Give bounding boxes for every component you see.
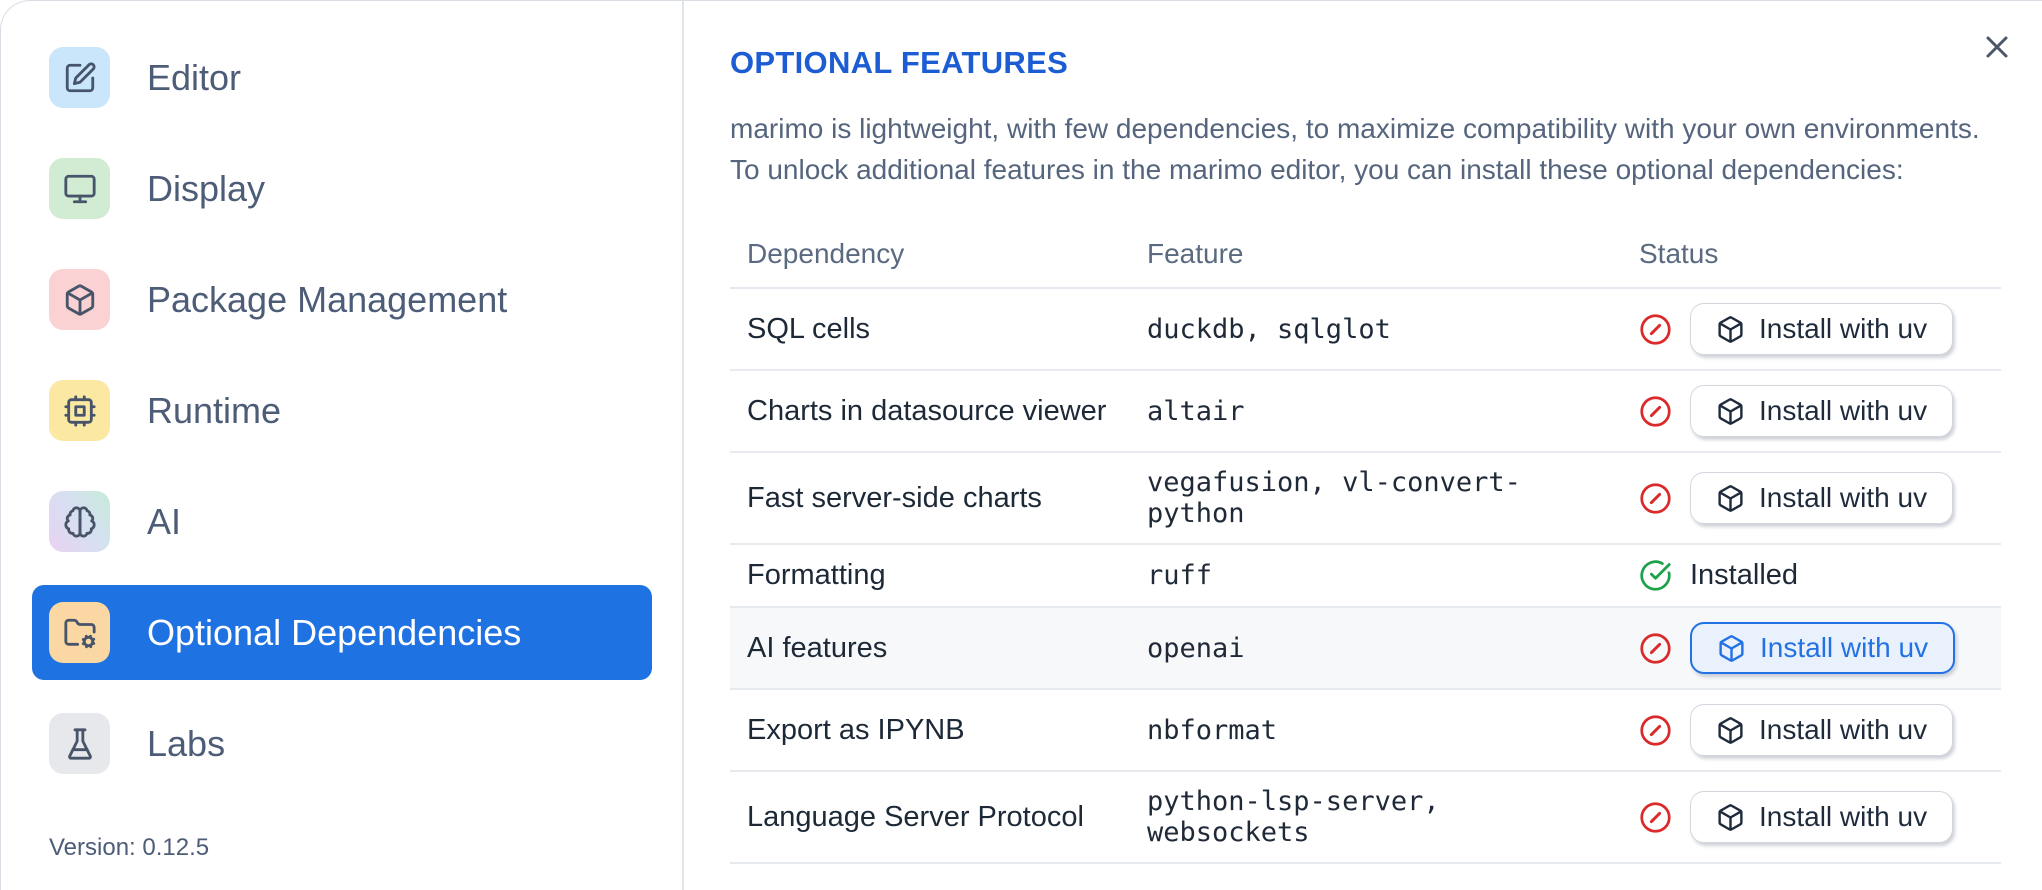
table-row-ai-features: AI features openai Install with uv [730, 607, 2001, 690]
x-icon [1986, 36, 2008, 58]
table-row-export-as-ipynb: Export as IPYNB nbformat Install with uv [730, 689, 2001, 772]
sidebar-item-label: Editor [147, 56, 242, 98]
column-header-dependency: Dependency [730, 216, 1130, 289]
settings-nav: Editor Display Package Management Runtim… [32, 30, 652, 807]
column-header-feature: Feature [1130, 216, 1622, 289]
feature-cell: nbformat [1130, 689, 1622, 772]
panel-description: marimo is lightweight, with few dependen… [730, 108, 2001, 190]
sidebar-item-labs[interactable]: Labs [32, 696, 652, 791]
package-icon [1718, 315, 1743, 343]
feature-cell: ruff [1130, 544, 1622, 608]
page-title: OPTIONAL FEATURES [730, 45, 1069, 80]
package-icon [1718, 716, 1743, 744]
installed-label: Installed [1690, 559, 1799, 591]
not-installed-icon [1639, 313, 1672, 346]
not-installed-icon [1639, 801, 1672, 834]
optional-features-panel: OPTIONAL FEATURES marimo is lightweight,… [684, 1, 2042, 890]
sidebar-item-label: Optional Dependencies [147, 611, 522, 653]
package-icon [1718, 397, 1743, 425]
description-line: To unlock additional features in the mar… [730, 154, 1904, 185]
table-header-row: Dependency Feature Status [730, 216, 2001, 289]
package-icon [49, 269, 110, 330]
not-installed-icon [1639, 395, 1672, 428]
install-button-label: Install with uv [1759, 714, 1928, 745]
install-button-label: Install with uv [1759, 801, 1928, 832]
table-row-charts-datasource-viewer: Charts in datasource viewer altair Insta… [730, 370, 2001, 453]
not-installed-icon [1639, 632, 1672, 665]
install-with-uv-button[interactable]: Install with uv [1690, 622, 1956, 674]
install-with-uv-button[interactable]: Install with uv [1690, 385, 1954, 437]
table-row-language-server-protocol: Language Server Protocol python-lsp-serv… [730, 771, 2001, 864]
feature-cell: openai [1130, 607, 1622, 690]
sidebar-item-label: Labs [147, 722, 226, 764]
sidebar-item-label: AI [147, 500, 182, 542]
sidebar-item-ai[interactable]: AI [32, 474, 652, 569]
sidebar-item-label: Runtime [147, 389, 282, 431]
close-button[interactable] [1975, 25, 2019, 69]
sidebar-item-editor[interactable]: Editor [32, 30, 652, 125]
install-button-label: Install with uv [1759, 395, 1928, 426]
folder-cog-icon [49, 602, 110, 663]
flask-icon [49, 713, 110, 774]
monitor-icon [49, 158, 110, 219]
version-text: Version: 0.12.5 [49, 834, 210, 861]
dependency-cell: SQL cells [730, 288, 1130, 371]
sidebar-item-optional-dependencies[interactable]: Optional Dependencies [32, 585, 652, 680]
dependency-cell: AI features [730, 607, 1130, 690]
feature-cell: altair [1130, 370, 1622, 453]
description-line: marimo is lightweight, with few dependen… [730, 113, 1980, 144]
package-icon [1718, 484, 1743, 512]
dependencies-table: Dependency Feature Status SQL cells duck… [730, 216, 2001, 864]
edit-icon [49, 47, 110, 108]
dependency-cell: Language Server Protocol [730, 771, 1130, 864]
table-row-formatting: Formatting ruff Installed [730, 544, 2001, 608]
sidebar-item-label: Package Management [147, 278, 508, 320]
install-with-uv-button[interactable]: Install with uv [1690, 791, 1954, 843]
package-icon [1719, 634, 1744, 662]
sidebar-item-display[interactable]: Display [32, 141, 652, 236]
settings-sidebar: Editor Display Package Management Runtim… [1, 1, 684, 890]
install-button-label: Install with uv [1759, 482, 1928, 513]
install-button-label: Install with uv [1759, 313, 1928, 344]
sidebar-item-package-management[interactable]: Package Management [32, 252, 652, 347]
dependency-cell: Export as IPYNB [730, 689, 1130, 772]
not-installed-icon [1639, 482, 1672, 515]
install-with-uv-button[interactable]: Install with uv [1690, 303, 1954, 355]
table-row-fast-server-side-charts: Fast server-side charts vegafusion, vl-c… [730, 452, 2001, 545]
install-with-uv-button[interactable]: Install with uv [1690, 472, 1954, 524]
feature-cell: python-lsp-server, websockets [1130, 771, 1622, 864]
sidebar-item-runtime[interactable]: Runtime [32, 363, 652, 458]
install-button-label: Install with uv [1760, 632, 1929, 663]
table-row-sql-cells: SQL cells duckdb, sqlglot Install with u… [730, 288, 2001, 371]
installed-check-icon [1639, 559, 1672, 592]
dependency-cell: Charts in datasource viewer [730, 370, 1130, 453]
settings-dialog: Editor Display Package Management Runtim… [0, 0, 2042, 890]
install-with-uv-button[interactable]: Install with uv [1690, 704, 1954, 756]
sidebar-item-label: Display [147, 167, 266, 209]
feature-cell: vegafusion, vl-convert-python [1130, 452, 1622, 545]
column-header-status: Status [1622, 216, 2001, 289]
brain-icon [49, 491, 110, 552]
feature-cell: duckdb, sqlglot [1130, 288, 1622, 371]
dependency-cell: Fast server-side charts [730, 452, 1130, 545]
dependency-cell: Formatting [730, 544, 1130, 608]
package-icon [1718, 803, 1743, 831]
cpu-icon [49, 380, 110, 441]
not-installed-icon [1639, 714, 1672, 747]
